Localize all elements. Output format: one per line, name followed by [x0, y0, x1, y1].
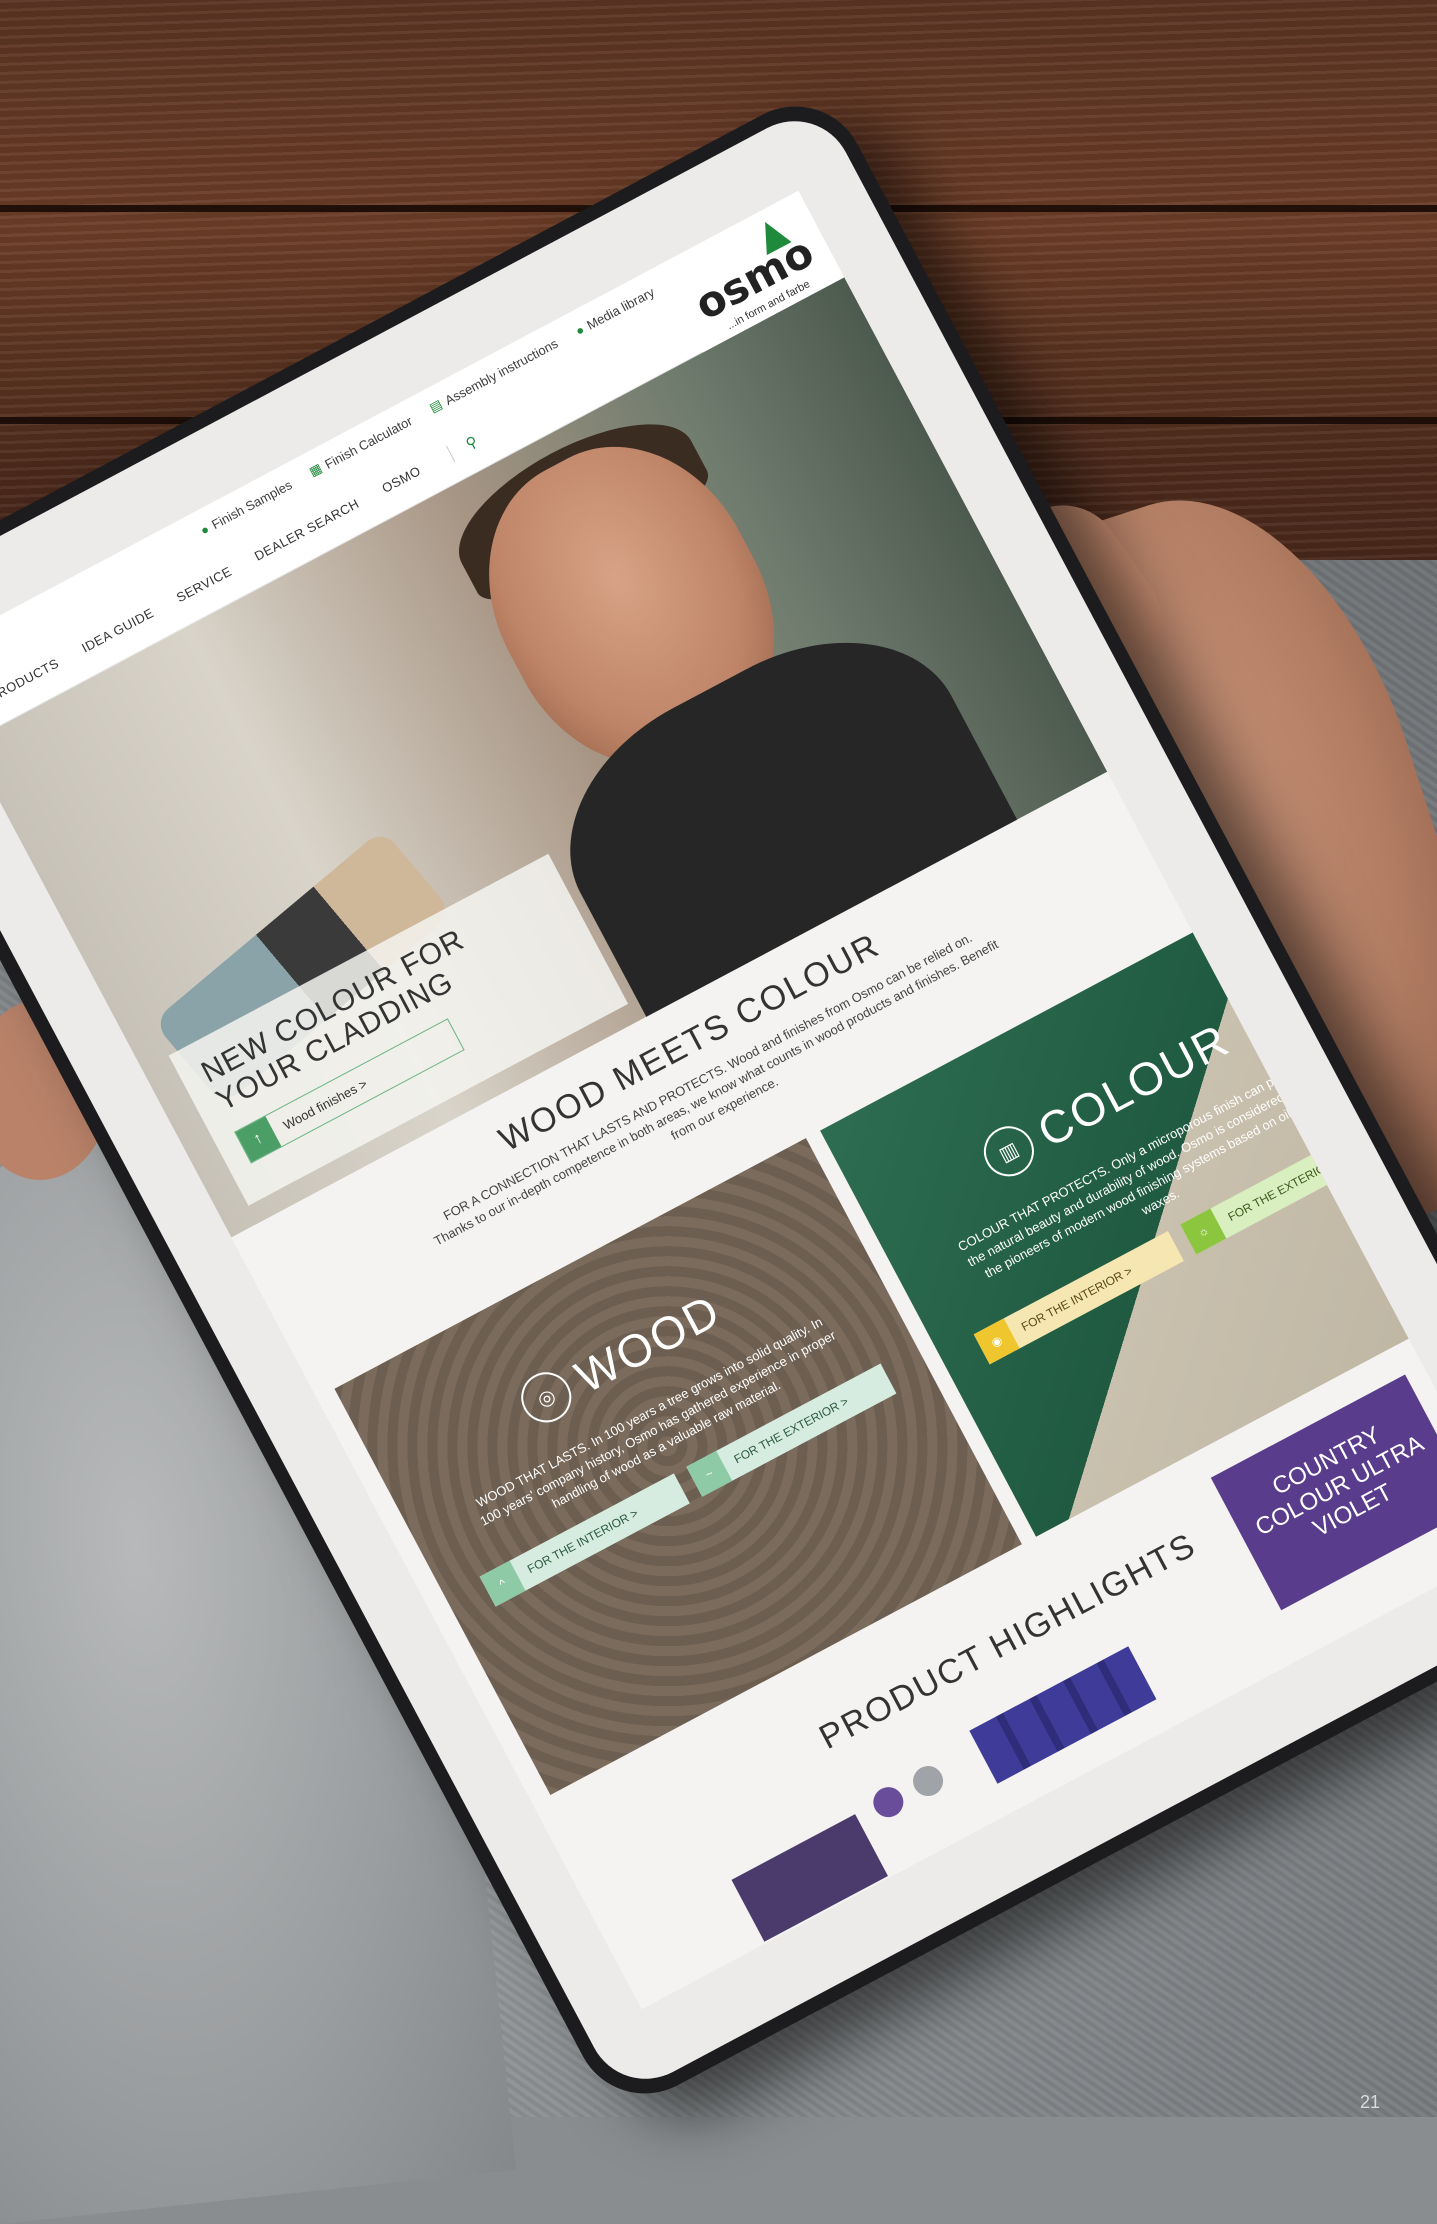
tree-rings-icon: ◎	[512, 1363, 580, 1432]
leaf-icon: ●	[572, 321, 587, 339]
carousel-dot[interactable]	[907, 1760, 949, 1802]
calculator-icon: ▦	[306, 460, 325, 480]
planter-product-image[interactable]	[731, 1814, 888, 1942]
nav-item-osmo[interactable]: OSMO	[379, 463, 423, 496]
leaf-icon: ●	[197, 520, 212, 538]
paint-can-icon: ▥	[974, 1117, 1043, 1186]
nav-item-service[interactable]: SERVICE	[174, 564, 234, 606]
document-icon: ▤	[426, 396, 445, 416]
page-number: 21	[1360, 2092, 1381, 2112]
search-icon[interactable]: ⚲	[445, 431, 481, 462]
carousel-dot-active[interactable]	[868, 1781, 909, 1823]
